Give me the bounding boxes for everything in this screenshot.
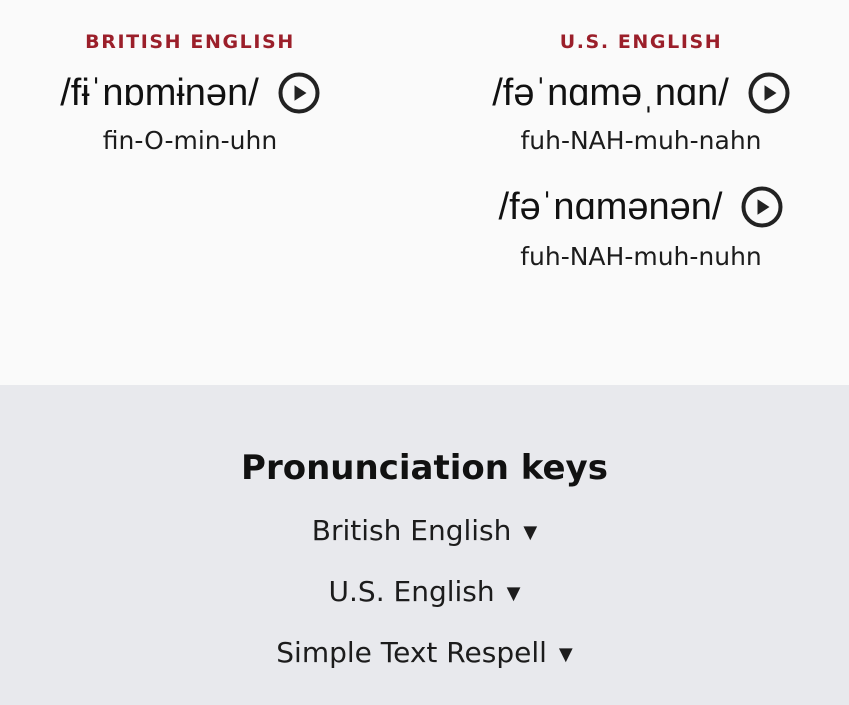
- caret-down-icon: ▼: [523, 522, 538, 543]
- british-english-key-toggle[interactable]: British English ▼: [0, 514, 849, 550]
- play-circle-icon[interactable]: [748, 72, 790, 114]
- key-toggle-label: U.S. English: [328, 575, 495, 608]
- caret-down-icon: ▼: [558, 644, 573, 665]
- us-english-label: U.S. ENGLISH: [559, 31, 723, 53]
- ipa-transcription: /fəˈnɑməˌnɑn/: [492, 72, 729, 114]
- simple-text-respell-key-toggle[interactable]: Simple Text Respell ▼: [0, 636, 849, 672]
- pronunciation-panel: BRITISH ENGLISH /fɨˈnɒmɨnən/ fin-O-min-u…: [0, 0, 849, 385]
- respelling: fuh-NAH-muh-nuhn: [520, 242, 762, 271]
- play-circle-icon[interactable]: [741, 186, 783, 228]
- key-toggle-label: British English: [311, 514, 512, 547]
- play-circle-icon[interactable]: [278, 72, 320, 114]
- us-english-key-toggle[interactable]: U.S. English ▼: [0, 575, 849, 611]
- ipa-transcription: /fɨˈnɒmɨnən/: [60, 72, 259, 114]
- key-toggle-label: Simple Text Respell: [276, 636, 547, 669]
- ipa-row: /fəˈnɑmənən/: [460, 184, 822, 230]
- pronunciation-keys-heading: Pronunciation keys: [241, 448, 608, 488]
- respelling: fin-O-min-uhn: [102, 126, 278, 155]
- pronunciation-entry: /fəˈnɑməˌnɑn/ fuh-NAH-muh-nahn: [460, 70, 822, 156]
- caret-down-icon: ▼: [506, 583, 521, 604]
- pronunciation-entry: /fɨˈnɒmɨnən/ fin-O-min-uhn: [30, 70, 350, 156]
- ipa-row: /fəˈnɑməˌnɑn/: [460, 70, 822, 116]
- british-english-column: BRITISH ENGLISH /fɨˈnɒmɨnən/ fin-O-min-u…: [30, 0, 350, 156]
- ipa-row: /fɨˈnɒmɨnən/: [30, 70, 350, 116]
- pronunciation-entry: /fəˈnɑmənən/ fuh-NAH-muh-nuhn: [460, 184, 822, 272]
- ipa-transcription: /fəˈnɑmənən/: [498, 186, 723, 228]
- us-english-column: U.S. ENGLISH /fəˈnɑməˌnɑn/ fuh-NAH-muh-n…: [460, 0, 822, 272]
- respelling: fuh-NAH-muh-nahn: [520, 126, 762, 155]
- british-english-label: BRITISH ENGLISH: [85, 31, 295, 53]
